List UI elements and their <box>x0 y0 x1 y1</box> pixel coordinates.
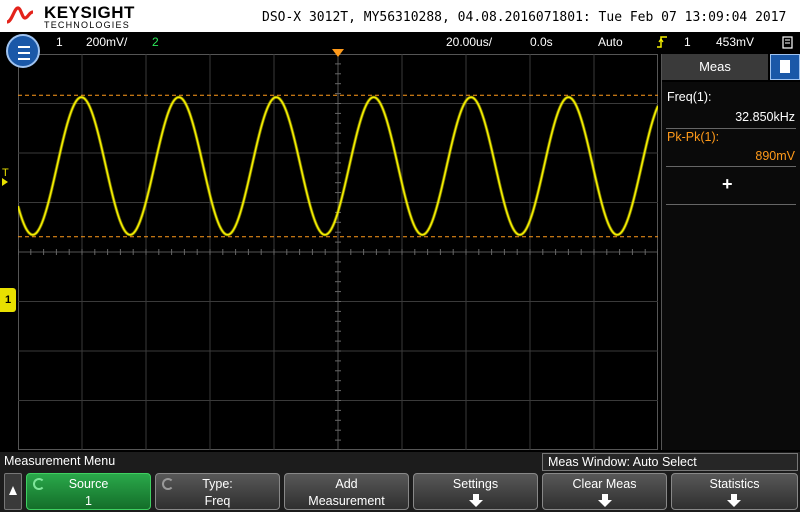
meas-tab[interactable]: Meas <box>662 54 768 80</box>
meas-list: Freq(1): 32.850kHz Pk-Pk(1): 890mV + <box>662 82 800 450</box>
ch1-number[interactable]: 1 <box>56 35 63 49</box>
type-softkey[interactable]: Type: Freq <box>155 473 280 510</box>
timebase[interactable]: 20.00us/ <box>446 35 492 49</box>
waveform-display[interactable] <box>18 54 658 450</box>
meas-doc-icon[interactable] <box>770 54 800 80</box>
statistics-softkey[interactable]: Statistics <box>671 473 798 510</box>
header-bar: KEYSIGHT TECHNOLOGIES DSO-X 3012T, MY563… <box>0 0 800 32</box>
ch2-number[interactable]: 2 <box>152 35 159 49</box>
channel1-ground-marker[interactable]: 1 <box>0 288 16 312</box>
document-icon[interactable] <box>782 36 794 52</box>
trigger-source[interactable]: 1 <box>684 35 691 49</box>
down-arrow-icon <box>727 494 741 507</box>
delay[interactable]: 0.0s <box>530 35 553 49</box>
status-bar: 1 200mV/ 2 20.00us/ 0.0s Auto 1 453mV <box>0 32 800 52</box>
meas-divider <box>666 128 796 129</box>
menu-up-button[interactable] <box>4 473 22 510</box>
meas-divider <box>666 166 796 167</box>
meas-divider <box>666 204 796 205</box>
meas-panel: Meas Freq(1): 32.850kHz Pk-Pk(1): 890mV … <box>661 54 800 450</box>
settings-softkey[interactable]: Settings <box>413 473 538 510</box>
ch1-scale[interactable]: 200mV/ <box>86 35 127 49</box>
trigger-mode[interactable]: Auto <box>598 35 623 49</box>
meas-pkpk-value: 890mV <box>755 149 795 163</box>
meas-window-status: Meas Window: Auto Select <box>542 453 798 471</box>
device-info: DSO-X 3012T, MY56310288, 04.08.201607180… <box>262 10 787 25</box>
keysight-wave-icon <box>6 6 34 24</box>
trigger-edge-icon <box>656 35 668 52</box>
trigger-position-marker[interactable] <box>332 49 344 57</box>
clear-meas-softkey[interactable]: Clear Meas <box>542 473 667 510</box>
main-menu-button[interactable] <box>6 34 40 68</box>
keysight-logo: KEYSIGHT TECHNOLOGIES <box>4 2 134 30</box>
menu-title: Measurement Menu <box>4 454 116 468</box>
meas-freq-value: 32.850kHz <box>735 110 795 124</box>
source-softkey[interactable]: Source 1 <box>26 473 151 510</box>
meas-pkpk-label[interactable]: Pk-Pk(1): <box>667 130 719 144</box>
trigger-level[interactable]: 453mV <box>716 35 754 49</box>
add-measurement-plus-icon[interactable]: + <box>722 174 733 195</box>
meas-freq-label[interactable]: Freq(1): <box>667 90 711 104</box>
trigger-level-marker[interactable]: T <box>2 168 9 188</box>
menu-icon <box>18 46 30 60</box>
logo-subtitle: TECHNOLOGIES <box>44 20 130 30</box>
add-measurement-softkey[interactable]: Add Measurement <box>284 473 409 510</box>
down-arrow-icon <box>598 494 612 507</box>
graticule <box>18 54 658 450</box>
down-arrow-icon <box>469 494 483 507</box>
